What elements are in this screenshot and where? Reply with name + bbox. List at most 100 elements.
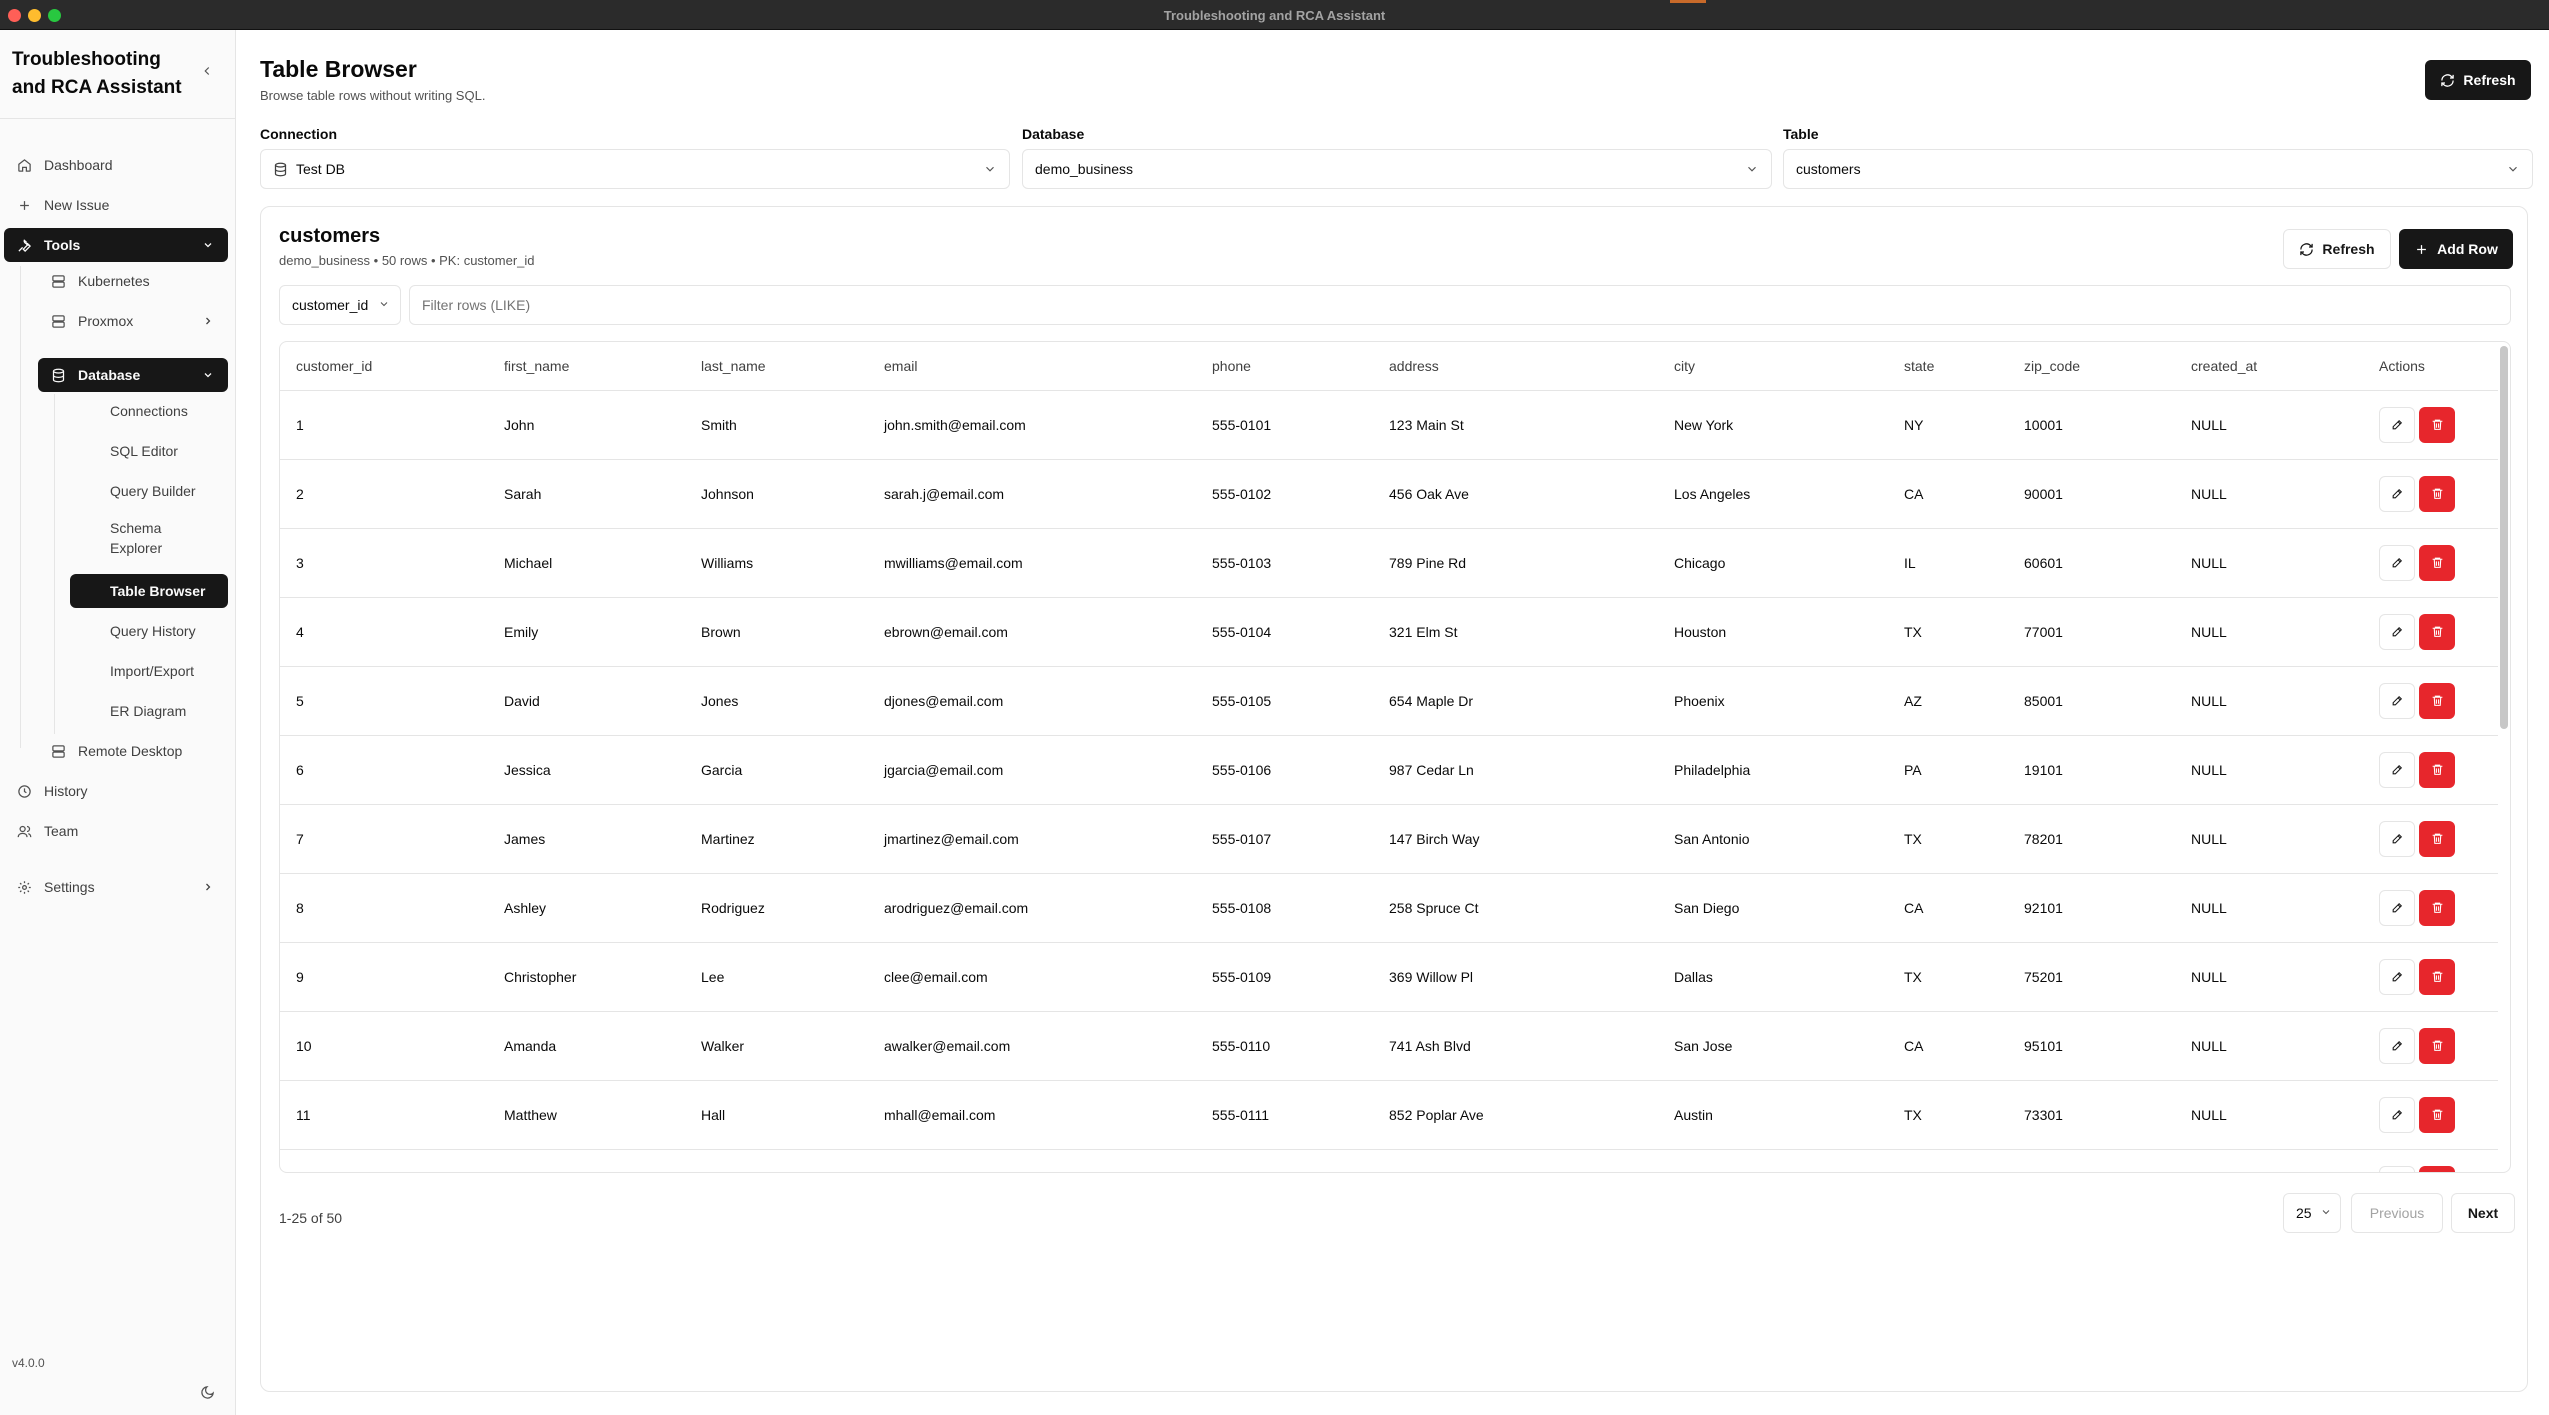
delete-row-button[interactable] [2419,475,2455,512]
sidebar-item-kubernetes[interactable]: Kubernetes [38,264,228,298]
table-row[interactable]: 1 John Smith john.smith@email.com 555-0101 12… [280,390,2498,460]
sidebar-item-query-builder[interactable]: Query Builder [70,474,228,508]
sidebar-item-new-issue[interactable]: New Issue [4,188,228,222]
table-refresh-button[interactable]: Refresh [2283,229,2391,269]
edit-row-button[interactable] [2379,1165,2415,1172]
page-refresh-button[interactable]: Refresh [2425,60,2531,100]
sidebar-item-remote-desktop[interactable]: Remote Desktop [38,734,228,768]
theme-toggle-button[interactable] [198,1383,216,1401]
edit-row-button[interactable] [2379,1027,2415,1064]
column-header[interactable]: zip_code [2008,342,2175,391]
table-row[interactable]: 8 Ashley Rodriguez arodriguez@email.com 555-… [280,873,2498,943]
table-cell-phone: 555-0104 [1196,597,1373,667]
edit-row-button[interactable] [2379,544,2415,581]
delete-row-button[interactable] [2419,1027,2455,1064]
delete-row-button[interactable] [2419,613,2455,650]
sidebar-item-database[interactable]: Database [38,358,228,392]
column-header[interactable]: customer_id [280,342,488,391]
next-page-button[interactable]: Next [2451,1193,2515,1233]
column-header[interactable]: last_name [685,342,868,391]
add-row-button[interactable]: Add Row [2399,229,2513,269]
delete-row-button[interactable] [2419,682,2455,719]
filter-rows-input[interactable] [409,285,2511,325]
edit-row-button[interactable] [2379,1096,2415,1133]
sidebar-item-proxmox[interactable]: Proxmox [38,304,228,338]
sidebar-item-label: Query History [110,623,196,639]
edit-row-button[interactable] [2379,820,2415,857]
table-row[interactable]: 11 Matthew Hall mhall@email.com 555-0111 852 … [280,1080,2498,1150]
edit-row-button[interactable] [2379,958,2415,995]
column-header[interactable]: city [1658,342,1888,391]
sidebar-item-dashboard[interactable]: Dashboard [4,148,228,182]
sidebar-item-er-diagram[interactable]: ER Diagram [70,694,228,728]
sidebar-item-query-history[interactable]: Query History [70,614,228,648]
delete-row-button[interactable] [2419,958,2455,995]
sidebar-item-import-export[interactable]: Import/Export [70,654,228,688]
sidebar-item-settings[interactable]: Settings [4,870,228,904]
table-cell-address: 654 Maple Dr [1373,666,1658,736]
delete-row-button[interactable] [2419,1165,2455,1172]
table-cell-city: San Diego [1658,873,1888,943]
edit-row-button[interactable] [2379,475,2415,512]
table-row[interactable]: 2 Sarah Johnson sarah.j@email.com 555-0102 45… [280,459,2498,529]
table-cell-customer-id: 4 [280,597,488,667]
sidebar-item-tools[interactable]: Tools [4,228,228,262]
table-cell-zip-code: 60601 [2008,528,2175,598]
table-cell-email: mwilliams@email.com [868,528,1196,598]
table-row[interactable]: 7 James Martinez jmartinez@email.com 555-010… [280,804,2498,874]
table-cell-actions [2363,942,2498,1012]
edit-row-button[interactable] [2379,889,2415,926]
table-cell-city: Phoenix [1658,666,1888,736]
table-cell-email: awalker@email.com [868,1011,1196,1081]
delete-row-button[interactable] [2419,820,2455,857]
column-header[interactable]: email [868,342,1196,391]
delete-row-button[interactable] [2419,544,2455,581]
delete-row-button[interactable] [2419,889,2455,926]
sidebar-item-team[interactable]: Team [4,814,228,848]
collapse-sidebar-button[interactable] [196,60,218,82]
delete-row-button[interactable] [2419,406,2455,443]
sidebar-item-schema-explorer[interactable]: Schema Explorer [70,516,228,560]
table-row[interactable] [280,1149,2498,1172]
edit-row-button[interactable] [2379,613,2415,650]
edit-row-button[interactable] [2379,406,2415,443]
table-cell-email: djones@email.com [868,666,1196,736]
column-header[interactable]: first_name [488,342,685,391]
edit-row-button[interactable] [2379,682,2415,719]
trash-icon [2431,487,2444,500]
page-size-select[interactable]: 25 [2283,1193,2341,1233]
previous-page-button[interactable]: Previous [2351,1193,2443,1233]
column-header[interactable]: address [1373,342,1658,391]
chevron-left-icon [204,67,210,75]
table-cell-phone: 555-0103 [1196,528,1373,598]
table-select[interactable]: customers [1783,149,2533,189]
column-header[interactable]: created_at [2175,342,2363,391]
table-row[interactable]: 9 Christopher Lee clee@email.com 555-0109 369… [280,942,2498,1012]
table-cell-state: TX [1888,942,2008,1012]
table-cell-state [1888,1149,2008,1172]
table-scrollbar[interactable] [2500,346,2508,729]
connection-select[interactable]: Test DB [260,149,1010,189]
column-header[interactable]: phone [1196,342,1373,391]
table-row[interactable]: 6 Jessica Garcia jgarcia@email.com 555-0106 9… [280,735,2498,805]
sidebar-item-history[interactable]: History [4,774,228,808]
column-header[interactable]: state [1888,342,2008,391]
filter-column-select[interactable]: customer_id [279,285,401,325]
table-row[interactable]: 3 Michael Williams mwilliams@email.com 555-0… [280,528,2498,598]
table-cell-email: arodriguez@email.com [868,873,1196,943]
sidebar-item-table-browser[interactable]: Table Browser [70,574,228,608]
table-row[interactable]: 10 Amanda Walker awalker@email.com 555-0110 7… [280,1011,2498,1081]
table-cell-customer-id [280,1149,488,1172]
table-cell-created-at: NULL [2175,390,2363,460]
table-cell-created-at: NULL [2175,666,2363,736]
sidebar-item-connections[interactable]: Connections [70,394,228,428]
table-row[interactable]: 4 Emily Brown ebrown@email.com 555-0104 321 E… [280,597,2498,667]
data-table-container[interactable]: customer_id first_name last_name email p… [279,341,2511,1173]
edit-row-button[interactable] [2379,751,2415,788]
table-row[interactable]: 5 David Jones djones@email.com 555-0105 654 M… [280,666,2498,736]
table-cell-email: ebrown@email.com [868,597,1196,667]
delete-row-button[interactable] [2419,751,2455,788]
sidebar-item-sql-editor[interactable]: SQL Editor [70,434,228,468]
delete-row-button[interactable] [2419,1096,2455,1133]
database-select[interactable]: demo_business [1022,149,1772,189]
